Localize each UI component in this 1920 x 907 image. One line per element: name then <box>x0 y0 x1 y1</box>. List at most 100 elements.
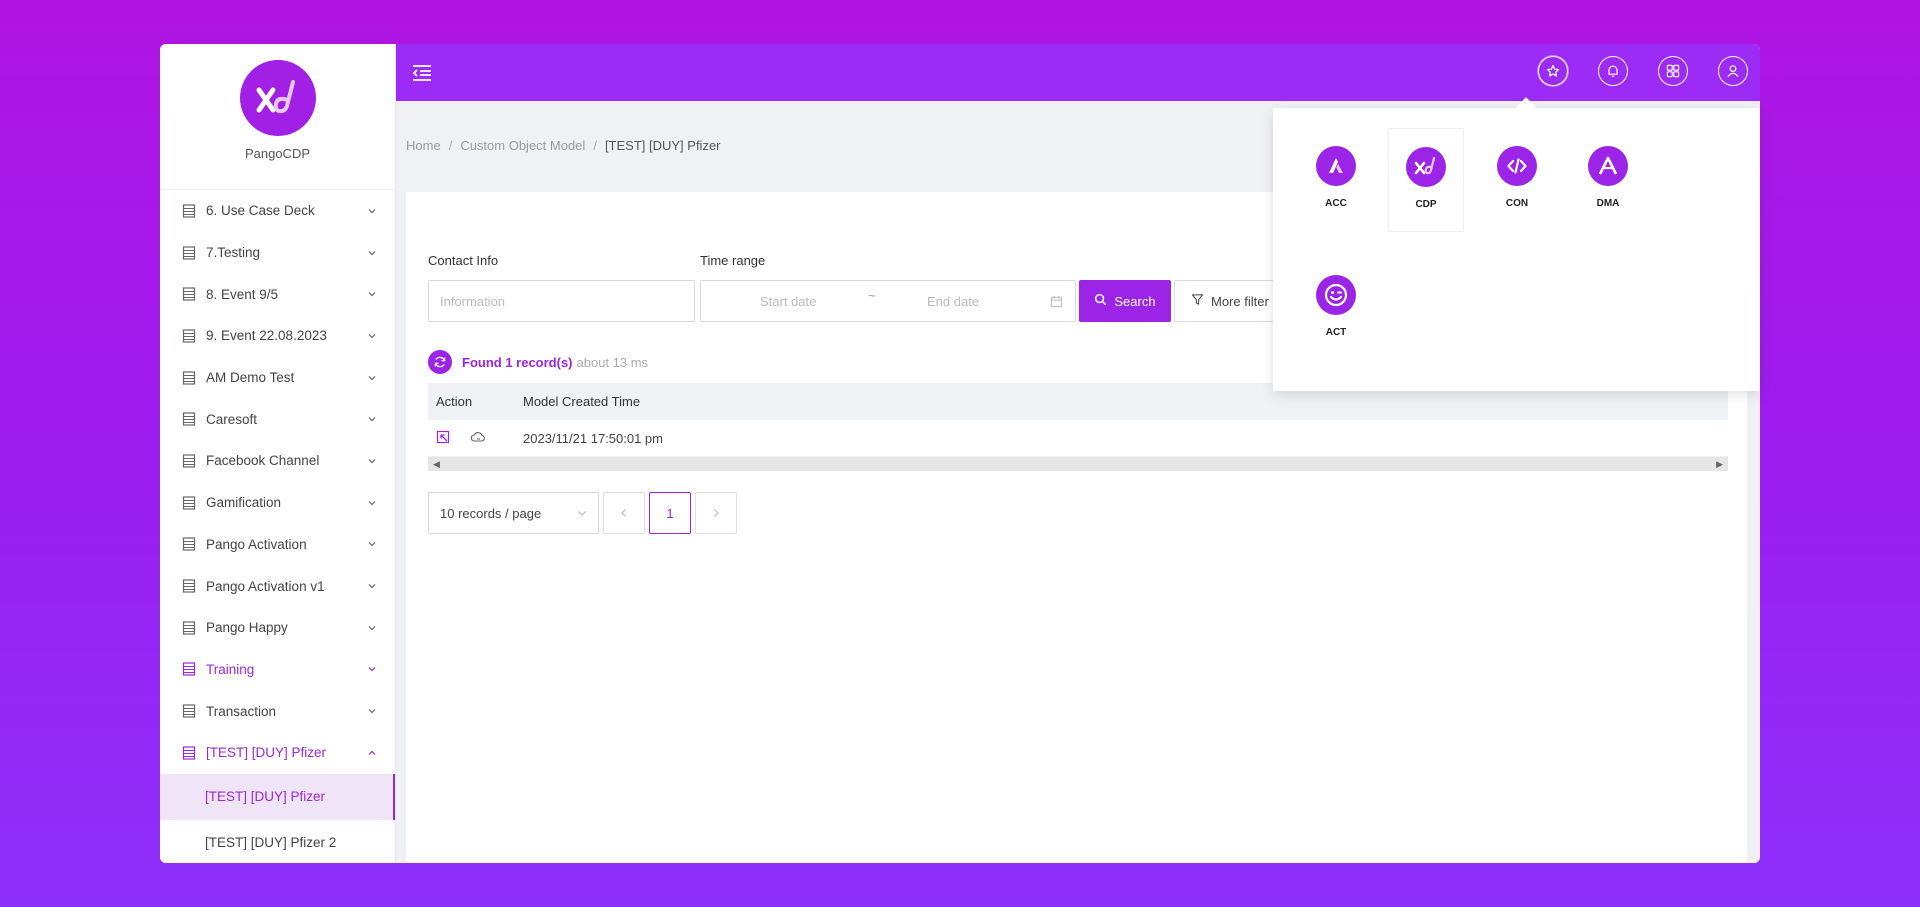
smile-icon <box>1316 275 1356 315</box>
user-icon[interactable] <box>1718 56 1748 86</box>
collapse-menu-icon[interactable] <box>410 61 434 85</box>
app-tile-con[interactable]: CON <box>1479 128 1555 232</box>
breadcrumb-separator: / <box>593 138 597 153</box>
sidebar-item-label: [TEST] [DUY] Pfizer <box>206 745 327 761</box>
app-label-dma: DMA <box>1596 198 1620 209</box>
calendar-icon <box>1050 295 1063 311</box>
sidebar-item-label: Pango Happy <box>206 620 288 636</box>
column-header-model-created-time[interactable]: Model Created Time <box>523 394 640 409</box>
breadcrumb-home[interactable]: Home <box>406 138 441 153</box>
app-label-acc: ACC <box>1325 198 1347 209</box>
pangocdp-logo-icon[interactable] <box>239 60 316 136</box>
chevron-down-icon <box>367 456 377 466</box>
sidebar-subitem[interactable]: [TEST] [DUY] Pfizer 2 <box>160 820 395 863</box>
sidebar-item[interactable]: Pango Happy <box>160 607 395 649</box>
breadcrumb-current: [TEST] [DUY] Pfizer <box>604 138 721 153</box>
sidebar-item-label: 8. Event 9/5 <box>206 286 279 302</box>
app-tile-act[interactable]: ACT <box>1298 257 1374 361</box>
search-button[interactable]: Search <box>1079 280 1171 322</box>
cell-model-created-time: 2023/11/21 17:50:01 pm <box>523 430 663 446</box>
sidebar-item-label: Gamification <box>206 495 282 511</box>
contact-info-input[interactable]: Information <box>428 280 695 322</box>
next-page-button[interactable] <box>695 492 737 534</box>
list-icon <box>182 579 206 593</box>
sidebar-item[interactable]: 8. Event 9/5 <box>160 273 395 315</box>
sidebar-item[interactable]: Pango Activation <box>160 524 395 566</box>
chevron-down-icon <box>367 206 377 216</box>
sidebar-item[interactable]: Transaction <box>160 690 395 732</box>
sidebar: PangoCDP 6. Use Case Deck 7.Testing 8. Eve… <box>160 44 396 863</box>
time-range-picker[interactable]: Start date ~ End date <box>700 280 1076 322</box>
list-icon <box>182 412 206 426</box>
apps-grid-icon[interactable] <box>1658 56 1688 86</box>
end-date-input[interactable]: End date <box>927 294 979 309</box>
code-icon <box>1497 146 1537 186</box>
sidebar-item[interactable]: Caresoft <box>160 398 395 440</box>
filter-icon <box>1191 293 1204 309</box>
app-label-act: ACT <box>1325 327 1347 338</box>
page-number-button[interactable]: 1 <box>649 492 691 534</box>
sidebar-item-label: 7.Testing <box>206 245 261 261</box>
dma-logo-icon <box>1588 146 1628 186</box>
cloud-sync-icon[interactable] <box>470 430 486 447</box>
list-icon <box>182 204 206 218</box>
app-tile-dma[interactable]: DMA <box>1570 128 1646 232</box>
sidebar-item[interactable]: Pango Activation v1 <box>160 565 395 607</box>
sidebar-item-label: Pango Activation <box>206 536 307 552</box>
scroll-left-icon[interactable]: ◀ <box>433 459 440 470</box>
acc-logo-icon <box>1316 146 1356 186</box>
records-table: Action Model Created Time 2023/11/21 17:… <box>428 383 1728 471</box>
chevron-down-icon <box>577 506 587 521</box>
sidebar-item-label: Facebook Channel <box>206 453 320 469</box>
list-icon <box>182 245 206 260</box>
app-tile-cdp[interactable]: CDP <box>1388 128 1464 232</box>
breadcrumb-section[interactable]: Custom Object Model <box>460 138 585 153</box>
list-icon <box>182 704 206 718</box>
sidebar-item[interactable]: 6. Use Case Deck <box>160 190 395 232</box>
chevron-down-icon <box>367 248 377 258</box>
start-date-input[interactable]: Start date <box>760 294 816 309</box>
sidebar-item[interactable]: 7.Testing <box>160 232 395 274</box>
sidebar-item-label: 9. Event 22.08.2023 <box>206 328 327 344</box>
app-tile-acc[interactable]: ACC <box>1298 128 1374 232</box>
result-summary: Found 1 record(s) about 13 ms <box>428 350 648 374</box>
sidebar-item[interactable]: [TEST] [DUY] Pfizer <box>160 732 395 774</box>
list-icon <box>182 537 206 551</box>
logo-block: PangoCDP <box>160 44 395 190</box>
sidebar-item[interactable]: 9. Event 22.08.2023 <box>160 315 395 357</box>
list-icon <box>182 370 206 385</box>
app-label-con: CON <box>1505 198 1529 209</box>
bell-icon[interactable] <box>1598 56 1628 86</box>
sidebar-item[interactable]: Training <box>160 649 395 691</box>
sidebar-item-label: 6. Use Case Deck <box>206 203 315 219</box>
sidebar-item-label: Training <box>206 661 255 677</box>
prev-page-button[interactable] <box>603 492 645 534</box>
chevron-down-icon <box>367 498 377 508</box>
open-record-icon[interactable] <box>436 430 450 447</box>
sidebar-submenu: [TEST] [DUY] Pfizer [TEST] [DUY] Pfizer 2 <box>160 773 395 863</box>
horizontal-scrollbar[interactable]: ◀ ▶ <box>428 457 1728 471</box>
contact-info-label: Contact Info <box>428 253 499 268</box>
sidebar-item-label: Pango Activation v1 <box>206 578 325 594</box>
sidebar-item[interactable]: Gamification <box>160 482 395 524</box>
page-size-select[interactable]: 10 records / page <box>428 492 599 534</box>
more-filter-button[interactable]: More filter <box>1174 280 1284 322</box>
sidebar-item[interactable]: Facebook Channel <box>160 440 395 482</box>
row-actions <box>428 430 523 447</box>
list-icon <box>182 454 206 468</box>
favorites-icon[interactable] <box>1538 56 1568 86</box>
sidebar-subitem[interactable]: [TEST] [DUY] Pfizer <box>160 773 395 820</box>
list-icon <box>182 329 206 343</box>
list-icon <box>182 662 206 677</box>
scroll-right-icon[interactable]: ▶ <box>1716 459 1723 470</box>
app-label-cdp: CDP <box>1415 199 1437 210</box>
sidebar-item[interactable]: AM Demo Test <box>160 357 395 399</box>
breadcrumb: Home / Custom Object Model / [TEST] [DUY… <box>406 138 721 153</box>
sidebar-menu: 6. Use Case Deck 7.Testing 8. Event 9/5 9. … <box>160 190 395 774</box>
sidebar-item-label: Caresoft <box>206 411 258 427</box>
chevron-down-icon <box>367 664 377 674</box>
search-icon <box>1094 293 1107 309</box>
query-time: about 13 ms <box>576 354 649 370</box>
list-icon <box>182 746 206 760</box>
refresh-icon[interactable] <box>428 350 452 374</box>
